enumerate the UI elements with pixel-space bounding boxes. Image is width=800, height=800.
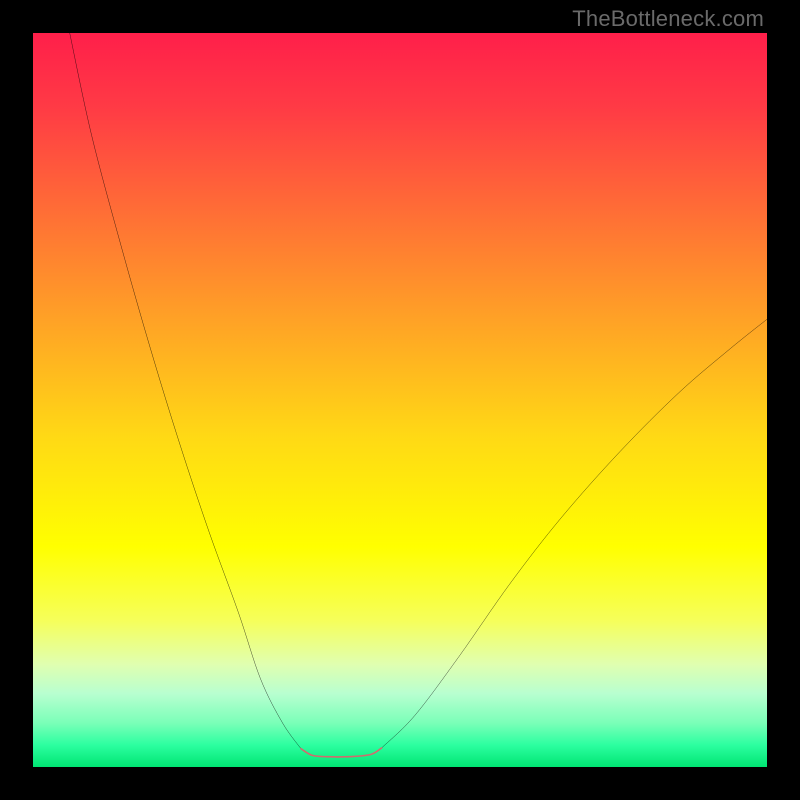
- attribution-label: TheBottleneck.com: [572, 6, 764, 32]
- plot-area: [33, 33, 767, 767]
- curve-layer: [33, 33, 767, 767]
- right-branch-curve: [382, 319, 767, 748]
- flat-bottom-highlight: [301, 748, 382, 757]
- left-branch-curve: [70, 33, 301, 749]
- frame: TheBottleneck.com: [0, 0, 800, 800]
